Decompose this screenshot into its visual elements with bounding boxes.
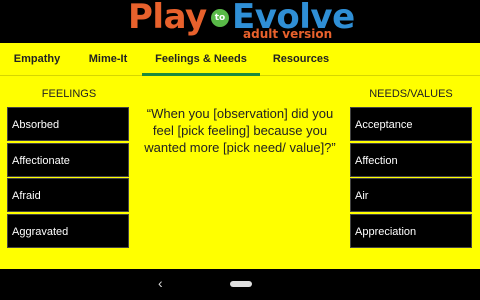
feeling-item[interactable]: Absorbed [7, 107, 129, 141]
need-item[interactable]: Air [350, 178, 472, 212]
needs-heading: NEEDS/VALUES [369, 88, 453, 100]
logo-play-text: Play [128, 0, 207, 37]
tab-mime-it[interactable]: Mime-It [74, 43, 142, 76]
app-logo: Play to Evolve adult version [128, 0, 360, 43]
app-header: Play to Evolve adult version [0, 0, 480, 43]
need-item[interactable]: Acceptance [350, 107, 472, 141]
tab-feelings-needs[interactable]: Feelings & Needs [142, 43, 260, 76]
feeling-item[interactable]: Aggravated [7, 213, 129, 248]
feelings-list[interactable]: Absorbed Affectionate Afraid Aggravated [7, 107, 129, 262]
tab-empathy[interactable]: Empathy [0, 43, 74, 76]
feeling-item[interactable]: Afraid [7, 178, 129, 212]
need-item[interactable]: Appreciation [350, 213, 472, 248]
tab-bar: Empathy Mime-It Feelings & Needs Resourc… [0, 43, 480, 76]
system-nav-bar: ‹ [0, 269, 480, 300]
needs-list[interactable]: Acceptance Affection Air Appreciation [350, 107, 472, 262]
back-chevron-icon[interactable]: ‹ [158, 275, 163, 291]
sentence-prompt: “When you [observation] did you feel [pi… [144, 106, 336, 155]
feelings-heading: FEELINGS [41, 88, 97, 100]
home-pill-icon[interactable] [230, 281, 252, 287]
need-item[interactable]: Affection [350, 142, 472, 177]
app-content: Empathy Mime-It Feelings & Needs Resourc… [0, 43, 480, 269]
feeling-item[interactable]: Affectionate [7, 142, 129, 177]
logo-subtitle: adult version [243, 27, 333, 41]
logo-to-badge: to [211, 9, 229, 27]
tab-resources[interactable]: Resources [260, 43, 342, 76]
